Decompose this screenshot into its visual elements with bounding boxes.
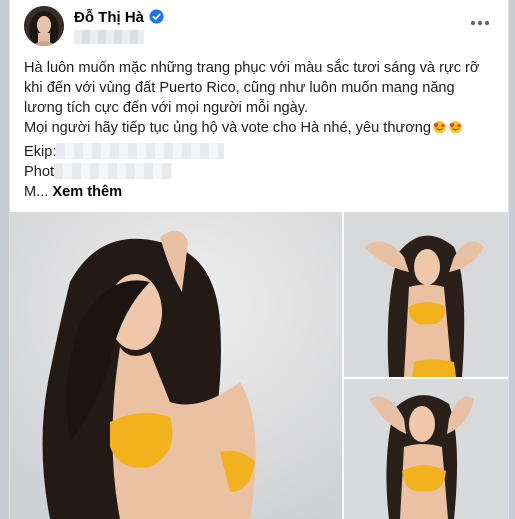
post-line: Hà luôn muốn mặc những trang phục với mà…	[24, 60, 480, 76]
credit-line: M... Xem thêm	[24, 182, 498, 202]
post-header: Đỗ Thị Hà	[10, 0, 508, 52]
smiling-face-with-hearts-icon	[448, 120, 463, 134]
post-line: lương tích cực đến với mọi người mỗi ngà…	[24, 100, 309, 116]
photo-label: Phot	[24, 164, 55, 180]
post-text: Hà luôn muốn mặc những trang phục với mà…	[24, 58, 498, 202]
verified-badge-icon	[149, 9, 164, 24]
redacted-text	[56, 143, 225, 159]
ekip-label: Ekip:	[24, 144, 57, 160]
post-card: Đỗ Thị Hà Hà luôn muốn mặc những trang p…	[9, 0, 509, 519]
photo-top-right[interactable]	[344, 212, 508, 377]
author-name[interactable]: Đỗ Thị Hà	[74, 9, 144, 26]
post-meta-redacted	[74, 30, 144, 44]
see-more-link[interactable]: Xem thêm	[52, 184, 122, 200]
smiling-face-with-hearts-icon	[432, 120, 447, 134]
photo-main[interactable]	[10, 212, 342, 519]
credit-line: Phot	[24, 162, 498, 182]
post-line: khi đến với vùng đất Puerto Rico, cũng n…	[24, 80, 455, 96]
m-label: M...	[24, 184, 49, 200]
photo-grid	[10, 212, 508, 519]
credit-line: Ekip:	[24, 142, 498, 162]
redacted-text	[54, 163, 173, 179]
more-options-icon[interactable]	[466, 12, 494, 34]
avatar[interactable]	[24, 6, 64, 46]
post-line: Mọi người hãy tiếp tục ủng hộ và vote ch…	[24, 118, 498, 138]
photo-bottom-right[interactable]	[344, 379, 508, 519]
post-line-text: Mọi người hãy tiếp tục ủng hộ và vote ch…	[24, 120, 432, 136]
